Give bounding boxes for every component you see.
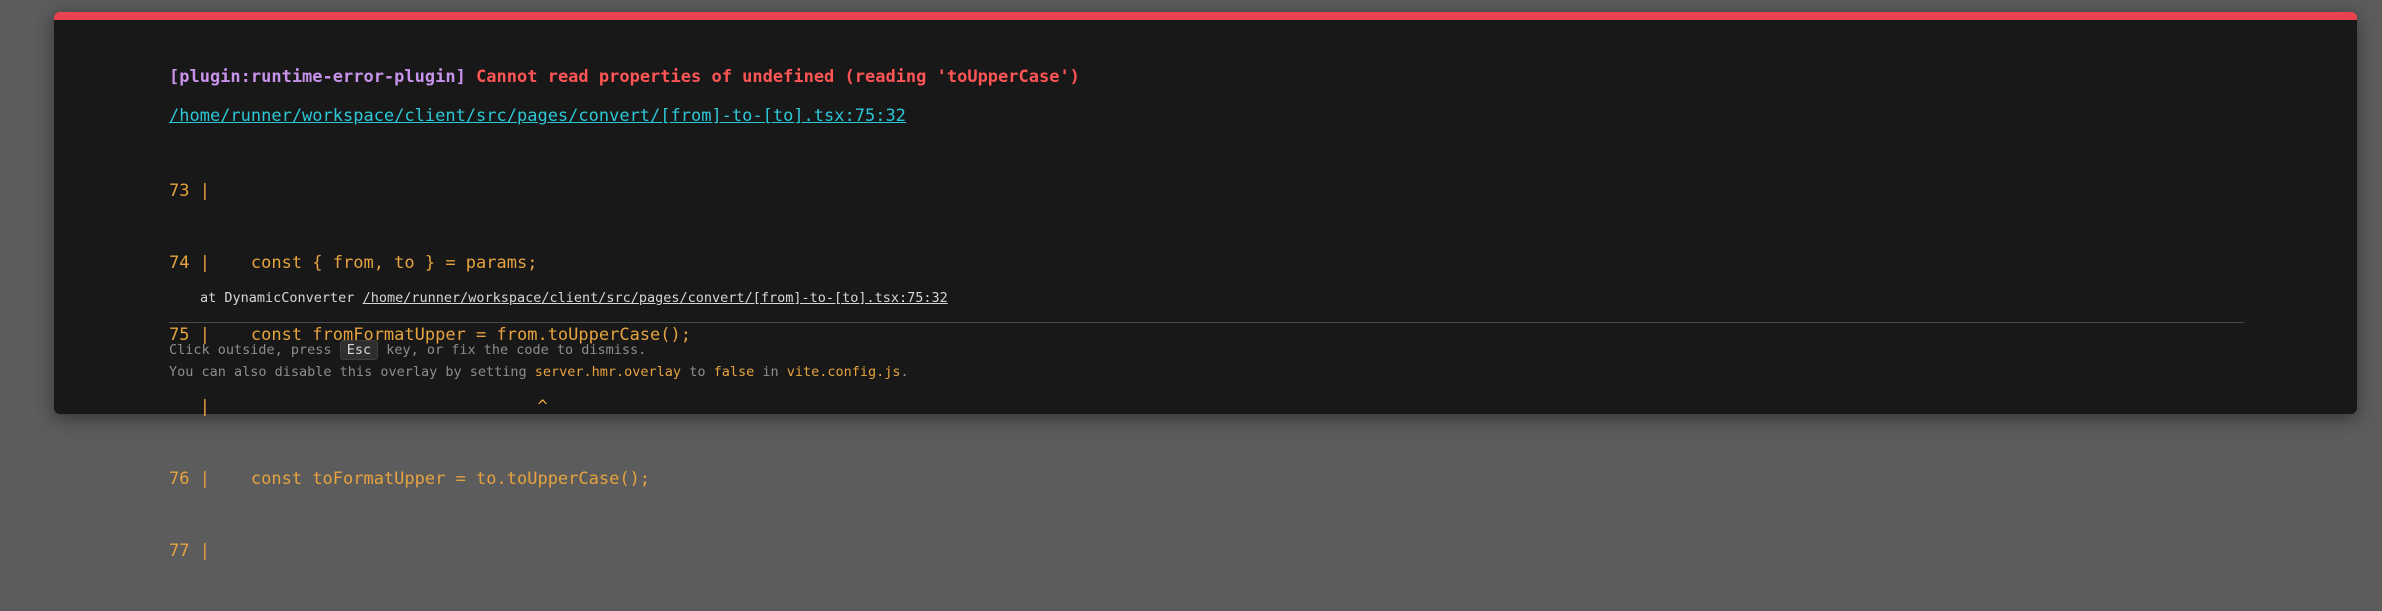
- code-frame-line: | ^: [169, 397, 548, 417]
- code-frame-line: 74 | const { from, to } = params;: [169, 253, 538, 273]
- divider: [169, 322, 2244, 323]
- error-overlay: [plugin:runtime-error-plugin] Cannot rea…: [54, 12, 2357, 561]
- stack-trace: at DynamicConverter /home/runner/workspa…: [200, 290, 948, 306]
- tip-text: key, or fix the code to dismiss.: [378, 342, 647, 358]
- config-file: vite.config.js: [786, 364, 901, 380]
- error-message: [plugin:runtime-error-plugin] Cannot rea…: [169, 67, 1080, 87]
- stack-prefix: at DynamicConverter: [200, 290, 363, 306]
- tip-text: to: [681, 364, 714, 380]
- esc-key: Esc: [339, 340, 379, 360]
- disable-tip: You can also disable this overlay by set…: [169, 364, 909, 380]
- code-frame-line: 77 |: [169, 541, 210, 561]
- error-file-link[interactable]: /home/runner/workspace/client/src/pages/…: [169, 106, 906, 126]
- tip-text: Click outside, press: [169, 342, 340, 358]
- dismiss-tip: Click outside, press Esc key, or fix the…: [169, 340, 646, 360]
- tip-text: .: [900, 364, 909, 380]
- setting-value: false: [713, 364, 755, 380]
- error-text: Cannot read properties of undefined (rea…: [476, 67, 1080, 87]
- setting-name: server.hmr.overlay: [534, 364, 682, 380]
- code-frame-line: 73 |: [169, 181, 210, 201]
- tip-text: You can also disable this overlay by set…: [169, 364, 535, 380]
- stack-file-link[interactable]: /home/runner/workspace/client/src/pages/…: [363, 290, 948, 306]
- tip-text: in: [754, 364, 787, 380]
- plugin-name: [plugin:runtime-error-plugin]: [169, 67, 466, 87]
- code-frame-line: 76 | const toFormatUpper = to.toUpperCas…: [169, 469, 651, 489]
